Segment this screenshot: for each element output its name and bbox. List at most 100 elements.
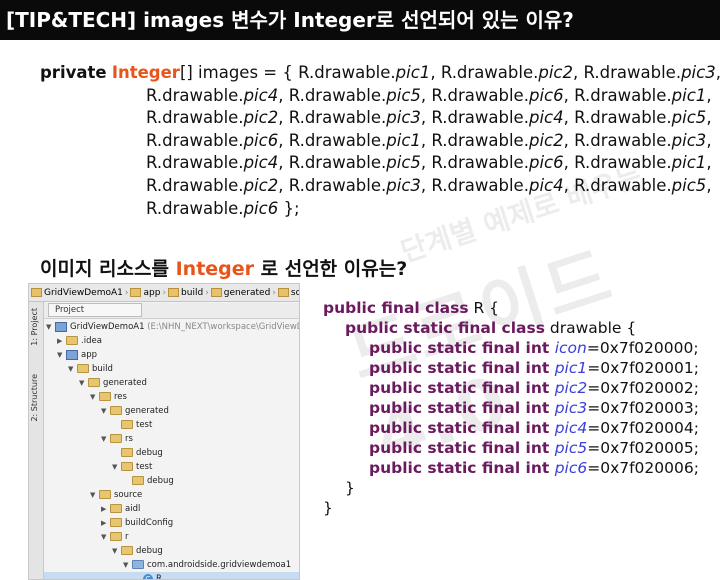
tree-item[interactable]: ▼ test xyxy=(44,460,299,474)
tab-structure[interactable]: 2: Structure xyxy=(30,374,42,422)
heading-suffix: 로 선언한 이유는? xyxy=(254,258,408,280)
breadcrumb-item[interactable]: GridViewDemoA1 › xyxy=(31,284,128,301)
tree-item-label: generated xyxy=(125,406,169,416)
drawable-prefix: R.drawable. xyxy=(574,85,672,105)
expand-arrow-icon[interactable]: ▼ xyxy=(68,362,77,376)
tree-item[interactable]: test xyxy=(44,418,299,432)
drawable-prefix: R.drawable. xyxy=(288,108,387,128)
keyword-private: private xyxy=(40,63,107,82)
breadcrumb-item[interactable]: generated › xyxy=(210,284,276,301)
tree-item[interactable]: ▼ res xyxy=(44,390,299,404)
separator: , xyxy=(278,85,289,105)
folder-icon xyxy=(99,490,111,499)
tree-item-label: build xyxy=(92,364,113,374)
drawable-prefix: R.drawable. xyxy=(298,63,396,82)
keyword: public static final int xyxy=(369,439,555,457)
separator: }; xyxy=(278,198,300,218)
expand-arrow-icon[interactable]: ▼ xyxy=(101,530,110,544)
field-declaration: public static final int icon=0x7f020000; xyxy=(323,338,699,358)
drawable-name: pic6 xyxy=(528,153,564,173)
drawable-name: pic3 xyxy=(386,175,421,195)
tree-item[interactable]: ▼ GridViewDemoA1 (E:\NHN_NEXT\workspace\G… xyxy=(44,320,299,334)
tree-item[interactable]: ▼ com.androidside.gridviewdemoa1 xyxy=(44,558,299,572)
package-icon xyxy=(132,560,144,569)
drawable-name: pic5 xyxy=(386,153,421,173)
drawable-name: pic6 xyxy=(243,130,279,150)
breadcrumb-item[interactable]: build › xyxy=(168,284,209,301)
tree-item-label: debug xyxy=(147,476,174,486)
tree-item-label: rs xyxy=(125,434,133,444)
expand-arrow-icon[interactable]: ▼ xyxy=(101,404,110,418)
tree-item[interactable]: ▼ rs xyxy=(44,432,299,446)
expand-arrow-icon[interactable]: ▼ xyxy=(112,544,121,558)
separator: , xyxy=(706,175,712,195)
drawable-prefix: R.drawable. xyxy=(431,153,529,173)
tree-item[interactable]: ▶ .idea xyxy=(44,334,299,348)
tree-item[interactable]: debug xyxy=(44,446,299,460)
tree-item[interactable]: ▼ source xyxy=(44,488,299,502)
drawable-class-line: public static final class drawable { xyxy=(323,318,699,338)
keyword: public static final int xyxy=(369,339,555,357)
separator: , xyxy=(563,153,575,173)
code-line-1: private Integer[] images = { R.drawable.… xyxy=(40,62,720,85)
separator: , xyxy=(563,85,575,105)
field-declaration: public static final int pic3=0x7f020003; xyxy=(323,398,699,418)
folder-icon xyxy=(210,288,222,297)
tree-item[interactable]: ▼ debug xyxy=(44,544,299,558)
breadcrumb-item[interactable]: app › xyxy=(130,284,166,301)
tree-item[interactable]: ▼ build xyxy=(44,362,299,376)
expand-arrow-icon[interactable]: ▼ xyxy=(57,348,66,362)
slide-title: [TIP&TECH] images 변수가 Integer로 선언되어 있는 이… xyxy=(0,0,720,40)
project-view-selector[interactable]: Project xyxy=(48,303,142,317)
field-name: pic5 xyxy=(554,439,588,457)
expand-arrow-icon[interactable]: ▼ xyxy=(79,376,88,390)
folder-icon xyxy=(121,420,133,429)
array-row: R.drawable.pic4, R.drawable.pic5, R.draw… xyxy=(40,85,716,108)
collapse-arrow-icon[interactable]: ▶ xyxy=(57,334,66,348)
tree-item-label: aidl xyxy=(125,504,141,514)
type-integer: Integer xyxy=(111,63,180,82)
collapse-arrow-icon[interactable]: ▶ xyxy=(101,516,110,530)
array-row: R.drawable.pic1, R.drawable.pic2, R.draw… xyxy=(298,63,720,82)
folder-icon xyxy=(121,448,133,457)
drawable-prefix: R.drawable. xyxy=(146,175,244,195)
collapse-arrow-icon[interactable]: ▶ xyxy=(101,502,110,516)
tree-item[interactable]: ▼ generated xyxy=(44,404,299,418)
tree-item[interactable]: debug xyxy=(44,474,299,488)
expand-arrow-icon[interactable]: ▼ xyxy=(46,320,55,334)
field-name: pic6 xyxy=(554,459,588,477)
tab-project[interactable]: 1: Project xyxy=(30,308,42,346)
array-row: R.drawable.pic6 }; xyxy=(40,198,716,221)
expand-arrow-icon[interactable]: ▼ xyxy=(101,432,110,446)
separator: , xyxy=(563,108,575,128)
folder-icon xyxy=(121,546,133,555)
expand-arrow-icon[interactable]: ▼ xyxy=(112,460,121,474)
field-value: =0x7f020004; xyxy=(587,419,699,437)
drawable-name: pic5 xyxy=(671,175,707,195)
expand-arrow-icon[interactable]: ▼ xyxy=(123,558,132,572)
field-value: =0x7f020002; xyxy=(587,379,699,397)
class-name: drawable { xyxy=(544,319,637,337)
folder-icon xyxy=(99,392,111,401)
tree-item-label: res xyxy=(114,392,127,402)
folder-icon xyxy=(277,288,289,297)
keyword: public static final int xyxy=(369,399,555,417)
tree-item[interactable]: ▼ generated xyxy=(44,376,299,390)
folder-icon xyxy=(132,476,144,485)
drawable-prefix: R.drawable. xyxy=(146,108,244,128)
expand-arrow-icon[interactable]: ▼ xyxy=(90,488,99,502)
folder-icon xyxy=(110,434,122,443)
drawable-name: pic3 xyxy=(681,63,716,82)
keyword: public static final class xyxy=(345,319,545,337)
tree-item[interactable]: ▼ app xyxy=(44,348,299,362)
keyword: public static final int xyxy=(369,459,555,477)
tree-item-label: debug xyxy=(136,448,163,458)
breadcrumb-item[interactable]: source xyxy=(277,284,299,301)
expand-arrow-icon[interactable]: ▼ xyxy=(90,390,99,404)
tree-item[interactable]: ▶ aidl xyxy=(44,502,299,516)
tree-item[interactable]: ▶ buildConfig xyxy=(44,516,299,530)
tree-item[interactable]: ▼ r xyxy=(44,530,299,544)
keyword: public static final int xyxy=(369,379,555,397)
tree-item[interactable]: CR xyxy=(44,572,299,579)
tree-item-label: generated xyxy=(103,378,147,388)
